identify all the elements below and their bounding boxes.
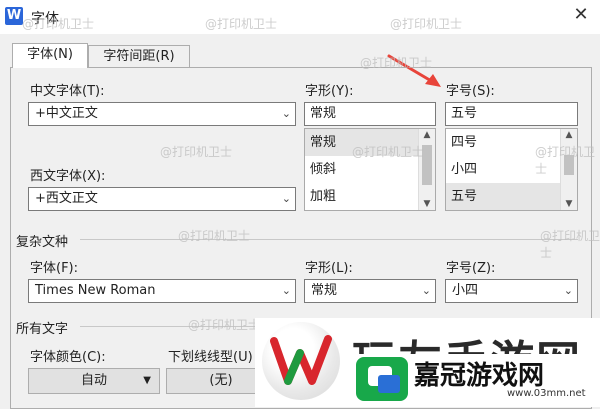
western-font-combo[interactable]: +西文正文 ⌄ — [28, 187, 296, 211]
scroll-down-icon[interactable]: ▼ — [419, 199, 435, 209]
font-color-label: 字体颜色(C): — [30, 350, 106, 365]
watermark-text: @打印机卫士 — [390, 17, 463, 31]
western-font-value: +西文正文 — [35, 191, 98, 206]
chevron-down-icon: ⌄ — [421, 284, 431, 297]
chinese-font-value: +中文正文 — [35, 106, 98, 121]
scroll-up-icon[interactable]: ▲ — [419, 130, 435, 140]
watermark-text: @打印机卫士 — [205, 17, 278, 31]
size-input[interactable]: 五号 — [445, 102, 578, 126]
complex-font-label: 字体(F): — [30, 261, 79, 276]
complex-size-value: 小四 — [452, 283, 479, 298]
tab-character-spacing[interactable]: 字符间距(R) — [88, 45, 190, 68]
banner-site-name: 嘉冠游戏网 — [414, 361, 545, 391]
list-item[interactable]: 倾斜 — [305, 156, 435, 183]
chinese-font-label: 中文字体(T): — [30, 84, 105, 99]
complex-style-label: 字形(L): — [305, 261, 353, 276]
complex-style-combo[interactable]: 常规 ⌄ — [304, 279, 436, 303]
complex-size-label: 字号(Z): — [446, 261, 496, 276]
font-color-dropdown[interactable]: 自动 ▼ — [28, 368, 160, 394]
complex-script-group-title: 复杂文种 — [16, 235, 69, 250]
chevron-down-icon: ⌄ — [281, 284, 291, 297]
style-label: 字形(Y): — [305, 84, 354, 99]
style-listbox[interactable]: 常规 倾斜 加粗 ▲ ▼ — [304, 128, 436, 211]
complex-size-combo[interactable]: 小四 ⌄ — [445, 279, 578, 303]
chevron-down-icon: ⌄ — [281, 107, 291, 120]
scroll-down-icon[interactable]: ▼ — [561, 199, 577, 209]
watermark-text: @打印机卫士 — [22, 17, 95, 31]
watermark-text: @打印机卫士 — [352, 145, 425, 159]
list-item[interactable]: 五号 — [446, 183, 577, 210]
tab-font[interactable]: 字体(N) — [12, 43, 88, 68]
watermark-text: @打印机卫士 — [160, 145, 233, 159]
watermark-text: @打印机卫士 — [360, 56, 433, 70]
list-item[interactable]: 加粗 — [305, 183, 435, 210]
style-input[interactable]: 常规 — [304, 102, 436, 126]
w-logo-icon — [270, 335, 332, 385]
chevron-down-icon: ⌄ — [281, 192, 291, 205]
western-font-label: 西文字体(X): — [30, 169, 106, 184]
complex-font-combo[interactable]: Times New Roman ⌄ — [28, 279, 296, 303]
banner-big-text: 玩友手游网 — [352, 326, 582, 354]
chevron-down-icon: ⌄ — [563, 284, 573, 297]
game-logo-icon — [356, 357, 408, 401]
close-icon[interactable]: ✕ — [572, 6, 590, 24]
group-divider — [80, 239, 578, 240]
underline-style-label: 下划线线型(U) — [168, 350, 253, 365]
watermark-text: @打印机卫士 — [178, 229, 251, 243]
dropdown-triangle-icon: ▼ — [143, 375, 151, 386]
scroll-up-icon[interactable]: ▲ — [561, 130, 577, 140]
underline-style-value: (无) — [209, 373, 233, 388]
size-label: 字号(S): — [446, 84, 495, 99]
all-text-group-title: 所有文字 — [16, 322, 69, 337]
watermark-text: @打印机卫士 — [188, 318, 261, 332]
chinese-font-combo[interactable]: +中文正文 ⌄ — [28, 102, 296, 126]
complex-font-value: Times New Roman — [35, 283, 156, 298]
font-color-value: 自动 — [80, 373, 107, 388]
scrollbar[interactable]: ▲ ▼ — [418, 129, 435, 210]
wps-app-icon: W — [5, 7, 23, 25]
watermark-text: @打印机卫士 — [540, 229, 600, 260]
complex-style-value: 常规 — [311, 283, 338, 298]
banner-url: www.03mm.net — [507, 388, 586, 399]
watermark-text: @打印机卫士 — [535, 145, 596, 176]
